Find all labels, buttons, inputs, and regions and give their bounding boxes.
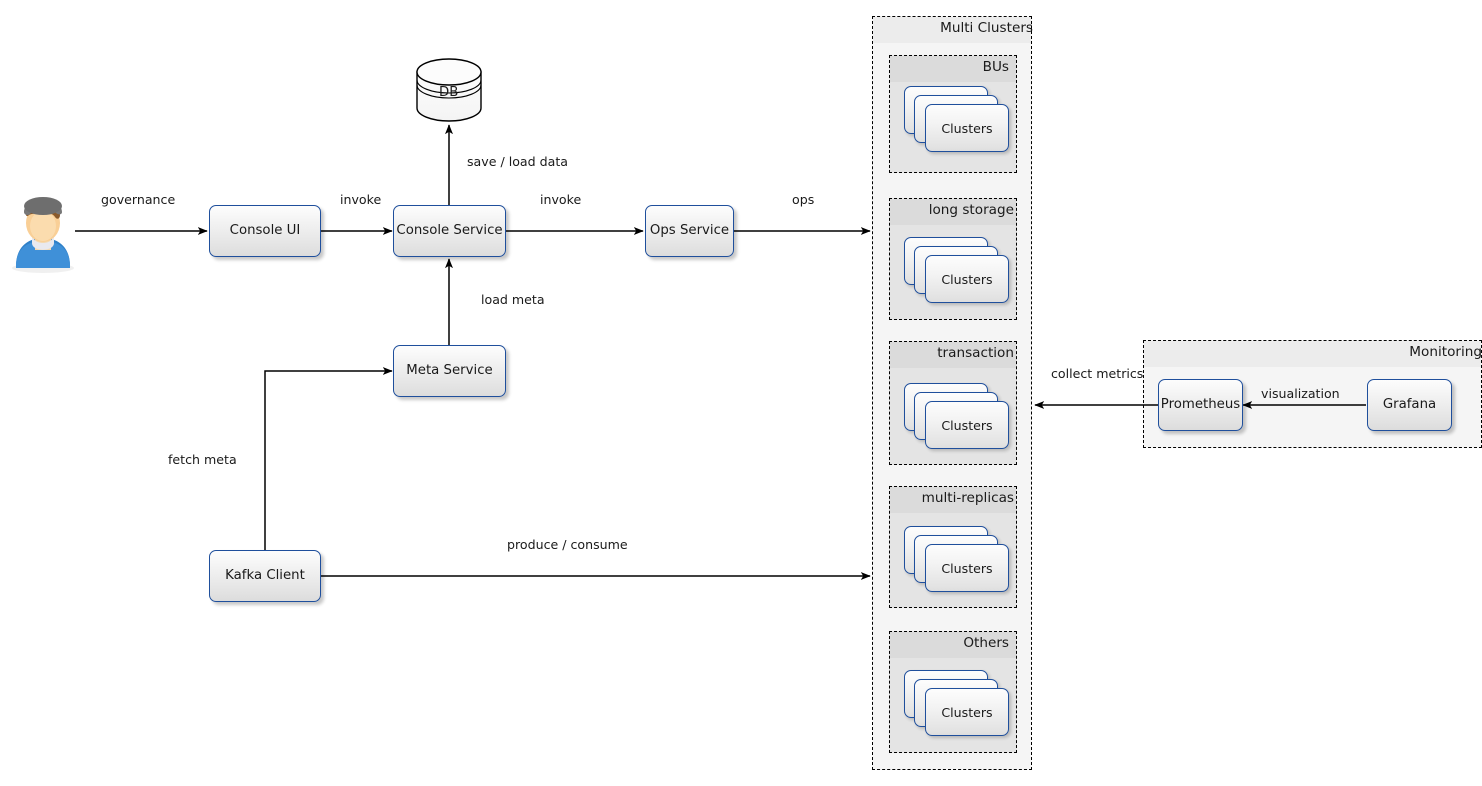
edge-label-invoke-ui: invoke [340, 192, 382, 207]
architecture-diagram: Multi Clusters BUs Clusters long storage… [0, 0, 1482, 786]
edge-label-ops: ops [792, 192, 815, 207]
cluster-card-front: Clusters [925, 104, 1009, 152]
cluster-card-front: Clusters [925, 255, 1009, 303]
cluster-group-title-bus: BUs [982, 59, 1009, 75]
node-prometheus[interactable]: Prometheus [1158, 379, 1243, 431]
node-console-service[interactable]: Console Service [393, 205, 506, 257]
cluster-group-title-transaction: transaction [937, 345, 1014, 361]
edge-label-fetch-meta: fetch meta [168, 452, 237, 467]
cluster-card-front: Clusters [925, 688, 1009, 736]
node-ops-service[interactable]: Ops Service [645, 205, 734, 257]
node-meta-service[interactable]: Meta Service [393, 345, 506, 397]
cluster-card-front: Clusters [925, 544, 1009, 592]
user-avatar-icon [12, 197, 74, 273]
edge-label-governance: governance [101, 192, 176, 207]
cluster-group-title-long-storage: long storage [928, 202, 1014, 218]
edge-label-invoke-ops: invoke [540, 192, 582, 207]
node-db-label: DB [439, 85, 459, 100]
monitoring-title: Monitoring [1409, 344, 1482, 360]
edge-label-visualization: visualization [1261, 386, 1340, 401]
edge-label-save-load-data: save / load data [467, 154, 569, 169]
node-kafka-client[interactable]: Kafka Client [209, 550, 321, 602]
node-console-ui[interactable]: Console UI [209, 205, 321, 257]
cluster-group-title-others: Others [963, 635, 1009, 651]
edge-label-produce-consume: produce / consume [507, 537, 628, 552]
edge-label-collect-metrics: collect metrics [1051, 366, 1144, 381]
edge-label-load-meta: load meta [481, 292, 545, 307]
cluster-card-front: Clusters [925, 401, 1009, 449]
cluster-group-title-multi-replicas: multi-replicas [921, 490, 1014, 506]
node-grafana[interactable]: Grafana [1367, 379, 1452, 431]
multi-clusters-title: Multi Clusters [940, 20, 1033, 36]
